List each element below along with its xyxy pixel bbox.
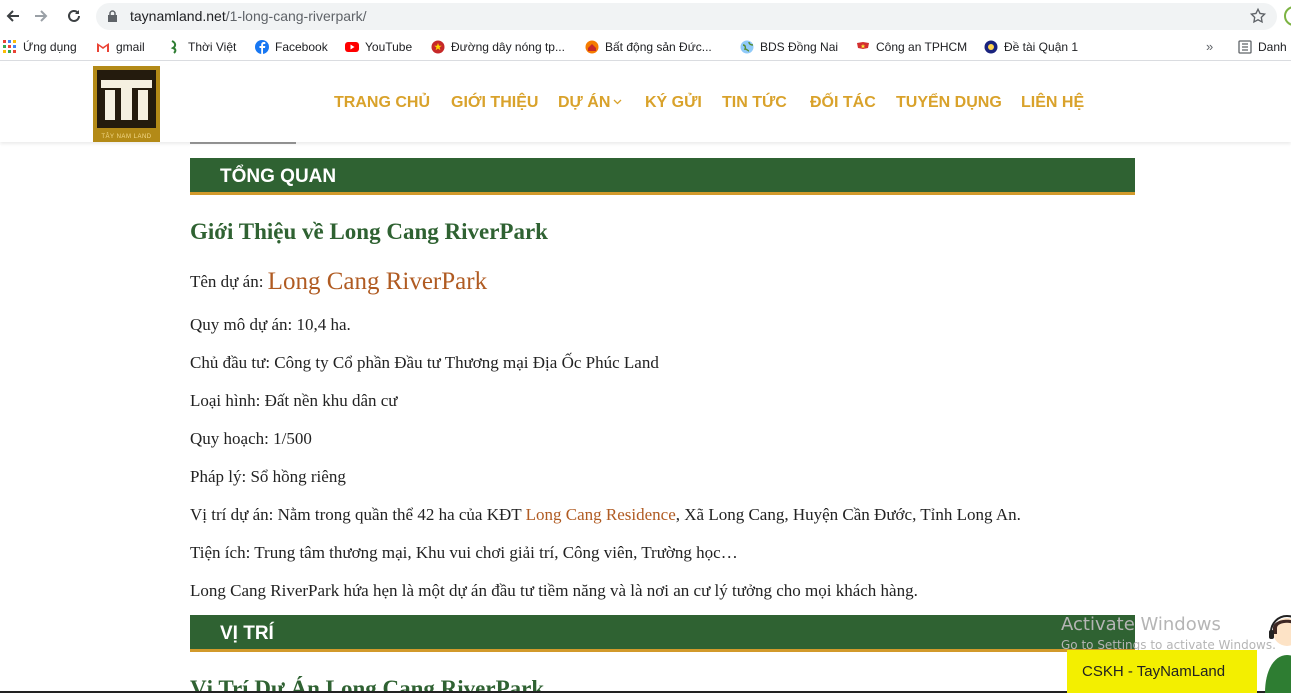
menu-about[interactable]: GIỚI THIỆU — [451, 94, 538, 112]
activate-windows-watermark: Activate Windows Go to Settings to activ… — [1061, 614, 1291, 652]
bookmark-bds-duc[interactable]: Bất động sản Đức... — [585, 33, 712, 61]
bookmark-label: Facebook — [275, 40, 328, 54]
arrow-left-icon — [6, 10, 19, 22]
support-chat-button[interactable]: CSKH - TayNamLand — [1067, 650, 1257, 693]
planning-line: Quy hoạch: 1/500 — [190, 429, 312, 448]
bookmark-bds-dongnai[interactable]: BDS Đồng Nai — [740, 33, 838, 61]
reading-list-icon — [1238, 40, 1252, 54]
menu-consign[interactable]: KÝ GỬI — [645, 94, 702, 112]
realestate-icon — [585, 40, 599, 54]
bookmark-label: YouTube — [365, 40, 413, 54]
promise-line: Long Cang RiverPark hứa hẹn là một dự án… — [190, 581, 918, 600]
url-host: taynamland.net — [130, 8, 226, 24]
bookmark-hotline[interactable]: Đường dây nóng tp... — [431, 33, 565, 61]
round-logo-icon — [984, 40, 998, 54]
legal-line: Pháp lý: Sổ hồng riêng — [190, 467, 346, 486]
bookmark-label: Thời Việt — [188, 40, 237, 54]
bookmark-congan[interactable]: Công an TPHCM — [856, 33, 967, 61]
bookmark-youtube[interactable]: YouTube — [345, 33, 412, 61]
investor-line: Chủ đầu tư: Công ty Cổ phần Đầu tư Thươn… — [190, 353, 659, 372]
globe-icon — [740, 40, 754, 54]
reload-button[interactable] — [61, 4, 87, 28]
browser-toolbar: taynamland.net/1-long-cang-riverpark/ — [0, 0, 1291, 33]
section-title: TỔNG QUAN — [220, 166, 337, 187]
bookmark-label: Đề tài Quận 1 — [1004, 40, 1079, 54]
thoiviet-icon — [170, 40, 177, 54]
location-suffix: , Xã Long Cang, Huyện Cần Đước, Tỉnh Lon… — [675, 505, 1021, 524]
bookmarks-overflow-button[interactable]: » — [1206, 39, 1213, 54]
bookmark-label: Ứng dụng — [23, 40, 77, 54]
site-header: TÂY NAM LAND TRANG CHỦ GIỚI THIỆU DỰ ÁN … — [0, 65, 1291, 142]
logo-text: TÂY NAM LAND — [101, 134, 152, 140]
project-name-link[interactable]: Long Cang RiverPark — [268, 268, 487, 295]
project-name-line: Tên dự án: Long Cang RiverPark — [190, 268, 487, 296]
bookmark-label: gmail — [116, 40, 145, 54]
apps-grid-icon — [3, 40, 16, 53]
bookmark-label: BDS Đồng Nai — [760, 40, 839, 54]
bookmark-label: Công an TPHCM — [876, 40, 968, 54]
section-overview-bar: TỔNG QUAN — [190, 158, 1135, 195]
bookmark-label: Bất động sản Đức... — [605, 40, 712, 54]
bookmark-folder-label: Danh — [1258, 40, 1287, 54]
amenities-line: Tiện ích: Trung tâm thương mại, Khu vui … — [190, 543, 738, 562]
url-path: /1-long-cang-riverpark/ — [225, 8, 367, 24]
section-location-bar: VỊ TRÍ — [190, 615, 1135, 652]
bookmark-apps[interactable]: Ứng dụng — [3, 33, 77, 61]
logo-mark — [97, 70, 156, 128]
bookmark-thoiviet[interactable]: Thời Việt — [168, 33, 236, 61]
menu-recruitment[interactable]: TUYỂN DỤNG — [896, 94, 1002, 112]
star-bookmark-icon[interactable] — [1249, 7, 1267, 25]
url-text: taynamland.net/1-long-cang-riverpark/ — [130, 8, 367, 24]
project-name-label: Tên dự án: — [190, 272, 268, 291]
address-bar[interactable]: taynamland.net/1-long-cang-riverpark/ — [96, 3, 1277, 30]
menu-projects-label: DỰ ÁN — [558, 94, 611, 111]
arrow-right-icon — [35, 10, 48, 22]
bookmark-folder[interactable]: Danh — [1238, 33, 1287, 61]
type-line: Loại hình: Đất nền khu dân cư — [190, 391, 398, 410]
reload-icon — [68, 9, 80, 22]
menu-home[interactable]: TRANG CHỦ — [334, 94, 430, 112]
site-logo[interactable]: TÂY NAM LAND — [93, 66, 160, 142]
facebook-icon — [255, 40, 269, 54]
tab-underline — [190, 142, 296, 144]
gmail-icon — [97, 43, 109, 52]
menu-projects[interactable]: DỰ ÁN — [558, 94, 622, 112]
location-prefix: Vị trí dự án: Nằm trong quần thể 42 ha c… — [190, 505, 526, 524]
logo-t-icon — [101, 80, 152, 120]
emblem-icon — [431, 40, 445, 54]
location-line: Vị trí dự án: Nằm trong quần thể 42 ha c… — [190, 505, 1021, 525]
headset-agent-icon — [1265, 615, 1291, 693]
support-agent-avatar[interactable] — [1259, 610, 1291, 693]
bookmark-label: Đường dây nóng tp... — [451, 40, 565, 54]
youtube-icon — [345, 42, 359, 52]
activate-title: Activate Windows — [1061, 614, 1221, 635]
intro-heading: Giới Thiệu về Long Cang RiverPark — [190, 219, 548, 244]
menu-news[interactable]: TIN TỨC — [722, 94, 787, 112]
chevron-down-icon — [613, 99, 622, 105]
menu-partners[interactable]: ĐỐI TÁC — [810, 94, 876, 112]
bookmark-facebook[interactable]: Facebook — [255, 33, 328, 61]
menu-contact[interactable]: LIÊN HỆ — [1021, 94, 1084, 112]
back-button[interactable] — [0, 4, 26, 28]
bookmark-detai[interactable]: Đề tài Quận 1 — [984, 33, 1078, 61]
bookmarks-bar: Ứng dụng gmail Thời Việt Facebook YouTub… — [0, 33, 1291, 61]
profile-avatar[interactable] — [1284, 6, 1291, 26]
bookmark-gmail[interactable]: gmail — [96, 33, 145, 61]
support-chat-label: CSKH - TayNamLand — [1082, 663, 1226, 680]
forward-button[interactable] — [28, 4, 54, 28]
lock-icon — [108, 10, 117, 22]
residence-link[interactable]: Long Cang Residence — [526, 505, 676, 524]
flag-icon — [857, 42, 869, 49]
scale-line: Quy mô dự án: 10,4 ha. — [190, 315, 351, 334]
section-title: VỊ TRÍ — [220, 623, 274, 644]
